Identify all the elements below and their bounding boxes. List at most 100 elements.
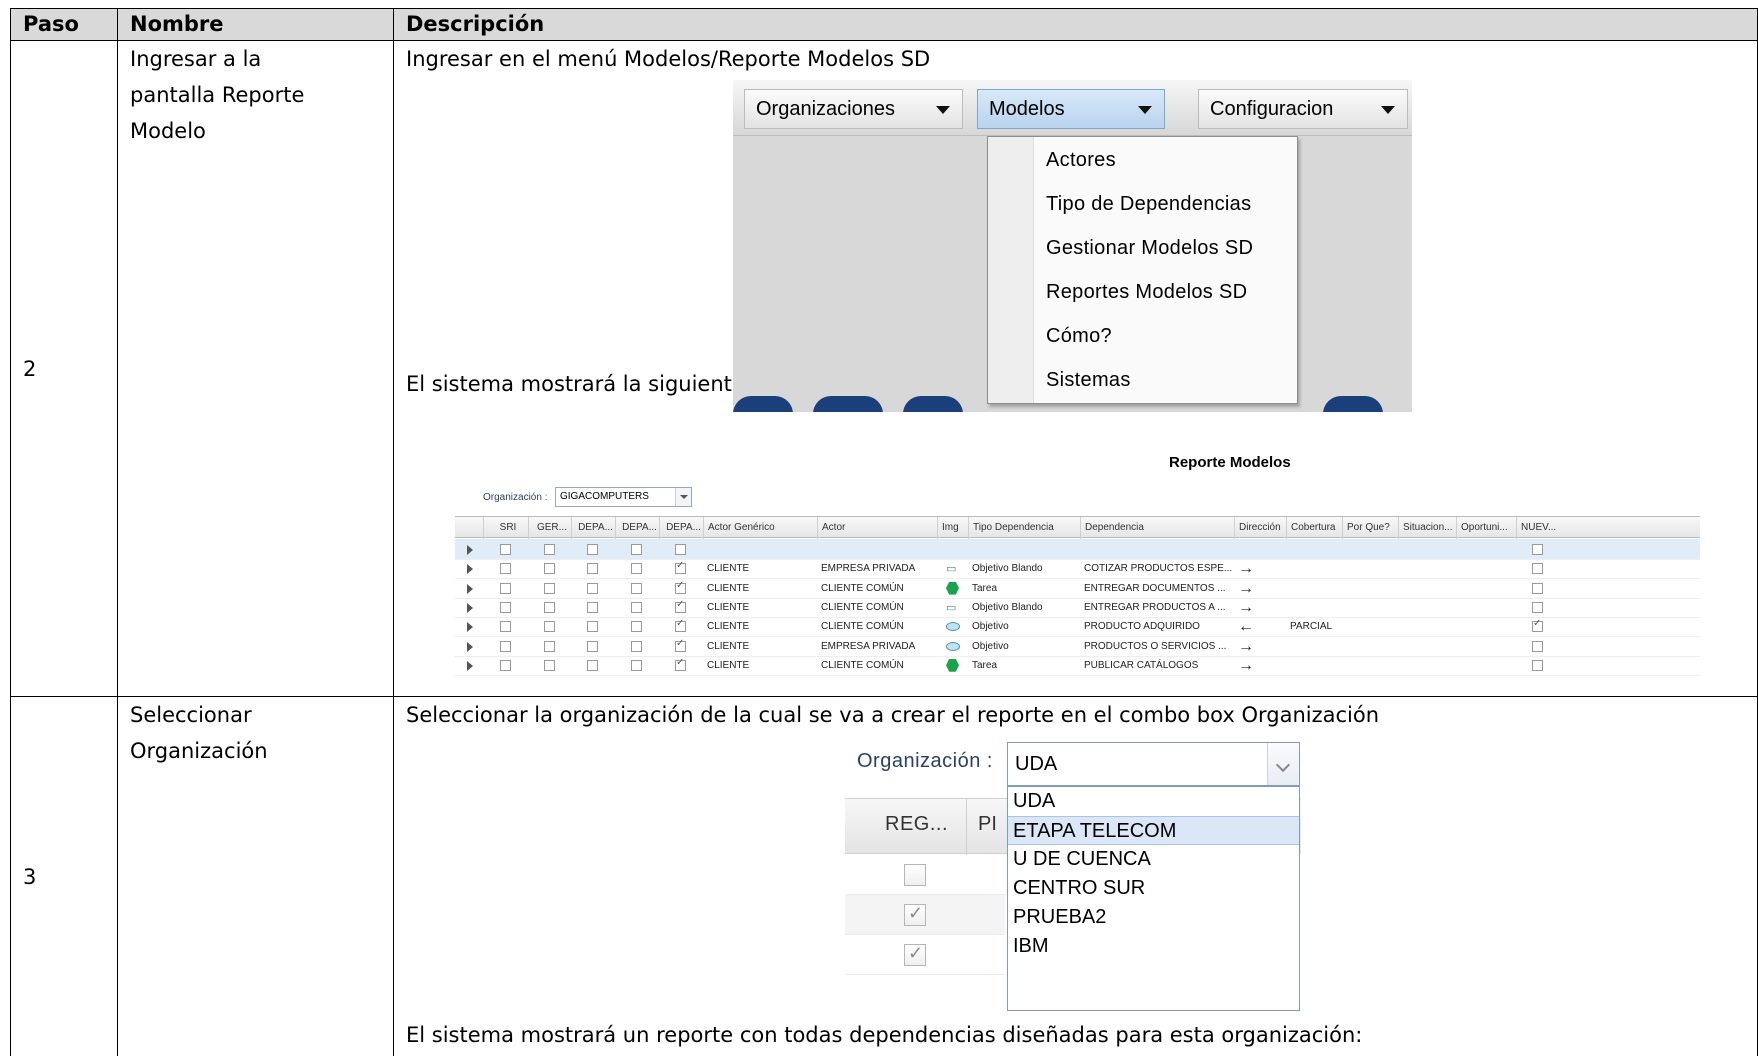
checkbox[interactable] — [587, 659, 598, 671]
menu-modelos[interactable]: Modelos — [977, 89, 1165, 129]
checkbox[interactable] — [587, 544, 598, 555]
checkbox[interactable] — [631, 563, 642, 575]
expand-icon[interactable] — [467, 602, 473, 613]
checkbox[interactable] — [1532, 601, 1543, 613]
checkbox[interactable] — [543, 640, 555, 652]
softgoal-cloud-icon: ▭ — [946, 601, 957, 614]
checkbox[interactable] — [543, 601, 555, 613]
column-header[interactable]: Situacion... — [1398, 517, 1456, 539]
checkbox[interactable] — [675, 580, 686, 594]
organization-combo[interactable]: GIGACOMPUTERS — [555, 487, 692, 507]
column-header[interactable]: Oportuni... — [1456, 517, 1516, 539]
organization-option[interactable]: U DE CUENCA — [1008, 845, 1299, 874]
checkbox[interactable] — [1532, 640, 1543, 652]
column-header[interactable]: Dependencia — [1080, 517, 1234, 539]
report-screenshot: Reporte Modelos Organización : GIGACOMPU… — [453, 448, 1700, 691]
organization-combo[interactable]: UDA — [1007, 742, 1300, 786]
checkbox[interactable] — [631, 582, 642, 594]
grid-row — [845, 935, 1005, 975]
checkbox[interactable] — [499, 544, 511, 555]
menu-item-tipo-dependencias[interactable]: Tipo de Dependencias — [1046, 193, 1251, 216]
checkbox[interactable] — [904, 903, 926, 926]
cell-actor-generico: CLIENTE — [707, 563, 750, 575]
column-header[interactable]: Img — [937, 517, 968, 539]
menu-configuracion[interactable]: Configuracion — [1198, 89, 1408, 129]
chevron-down-icon[interactable] — [675, 488, 691, 506]
checkbox[interactable] — [587, 582, 598, 594]
checkbox[interactable] — [499, 659, 511, 671]
table-row[interactable]: CLIENTE CLIENTE COMÚN Tarea ENTREGAR DOCUME… — [455, 578, 1700, 599]
column-header[interactable]: NUEV... — [1516, 517, 1556, 539]
checkbox[interactable] — [631, 621, 642, 633]
checkbox[interactable] — [543, 563, 555, 575]
checkbox[interactable] — [543, 621, 555, 633]
checkbox[interactable] — [631, 544, 642, 555]
expand-icon[interactable] — [467, 545, 473, 555]
table-row[interactable] — [455, 539, 1700, 560]
menu-item-gestionar-modelos[interactable]: Gestionar Modelos SD — [1046, 237, 1253, 260]
column-header[interactable]: Tipo Dependencia — [968, 517, 1080, 539]
expand-icon[interactable] — [467, 660, 473, 671]
table-row[interactable]: CLIENTE CLIENTE COMÚN ▭ Objetivo Blando ENTR… — [455, 597, 1700, 618]
checkbox[interactable] — [587, 601, 598, 613]
column-header-reg: REG... — [885, 813, 949, 835]
checkbox[interactable] — [499, 601, 511, 613]
checkbox[interactable] — [499, 621, 511, 633]
checkbox[interactable] — [675, 638, 686, 652]
organization-option[interactable]: CENTRO SUR — [1008, 874, 1299, 903]
checkbox[interactable] — [904, 864, 926, 886]
organization-option[interactable]: PRUEBA2 — [1008, 903, 1299, 932]
checkbox[interactable] — [587, 640, 598, 652]
checkbox[interactable] — [631, 601, 642, 613]
column-header[interactable]: Dirección — [1234, 517, 1286, 539]
column-header[interactable]: Cobertura — [1286, 517, 1342, 539]
column-header[interactable]: Por Que? — [1342, 517, 1398, 539]
checkbox[interactable] — [1532, 618, 1543, 633]
expand-icon[interactable] — [467, 564, 473, 575]
menu-item-sistemas[interactable]: Sistemas — [1046, 369, 1131, 392]
menu-item-actores[interactable]: Actores — [1046, 149, 1116, 172]
menu-organizaciones[interactable]: Organizaciones — [744, 89, 963, 129]
checkbox[interactable] — [499, 640, 511, 652]
expand-icon[interactable] — [467, 622, 473, 633]
checkbox[interactable] — [499, 582, 511, 594]
checkbox[interactable] — [675, 544, 686, 555]
column-header[interactable]: DEPA... — [571, 517, 615, 539]
column-header[interactable]: GER... — [528, 517, 571, 539]
chevron-down-icon[interactable] — [1267, 743, 1299, 785]
checkbox[interactable] — [543, 582, 555, 594]
checkbox[interactable] — [631, 659, 642, 671]
checkbox[interactable] — [675, 560, 686, 575]
organization-option[interactable]: IBM — [1008, 932, 1299, 961]
table-row[interactable]: CLIENTE EMPRESA PRIVADA ▭ Objetivo Blando CO… — [455, 558, 1700, 580]
table-row[interactable]: CLIENTE EMPRESA PRIVADA Objetivo PRODUCTOS … — [455, 636, 1700, 657]
checkbox[interactable] — [499, 563, 511, 575]
checkbox[interactable] — [1532, 544, 1543, 555]
column-header[interactable]: DEPA... — [615, 517, 659, 539]
cell-dependencia — [1084, 539, 1234, 560]
expand-icon[interactable] — [467, 583, 473, 594]
checkbox[interactable] — [675, 657, 686, 671]
checkbox[interactable] — [1532, 659, 1543, 671]
column-header[interactable]: Actor Genérico — [703, 517, 817, 539]
organization-option[interactable]: UDA — [1008, 787, 1299, 816]
checkbox[interactable] — [1532, 563, 1543, 575]
checkbox[interactable] — [904, 943, 926, 966]
column-header[interactable]: SRI — [483, 517, 528, 539]
expand-icon[interactable] — [467, 641, 473, 652]
menu-item-como[interactable]: Cómo? — [1046, 325, 1112, 348]
organization-option[interactable]: ETAPA TELECOM — [1008, 816, 1299, 845]
column-header[interactable]: Actor — [817, 517, 937, 539]
checkbox[interactable] — [675, 599, 686, 613]
table-row[interactable]: CLIENTE CLIENTE COMÚN Objetivo PRODUCTO ADQ… — [455, 616, 1700, 638]
menu-item-reportes-modelos[interactable]: Reportes Modelos SD — [1046, 281, 1247, 304]
checkbox[interactable] — [1532, 582, 1543, 594]
table-row[interactable]: CLIENTE CLIENTE COMÚN Tarea PUBLICAR CATÁLO… — [455, 655, 1700, 676]
checkbox[interactable] — [587, 563, 598, 575]
checkbox[interactable] — [543, 659, 555, 671]
checkbox[interactable] — [631, 640, 642, 652]
checkbox[interactable] — [587, 621, 598, 633]
checkbox[interactable] — [675, 618, 686, 633]
column-header[interactable]: DEPA... — [659, 517, 703, 539]
checkbox[interactable] — [543, 544, 555, 555]
